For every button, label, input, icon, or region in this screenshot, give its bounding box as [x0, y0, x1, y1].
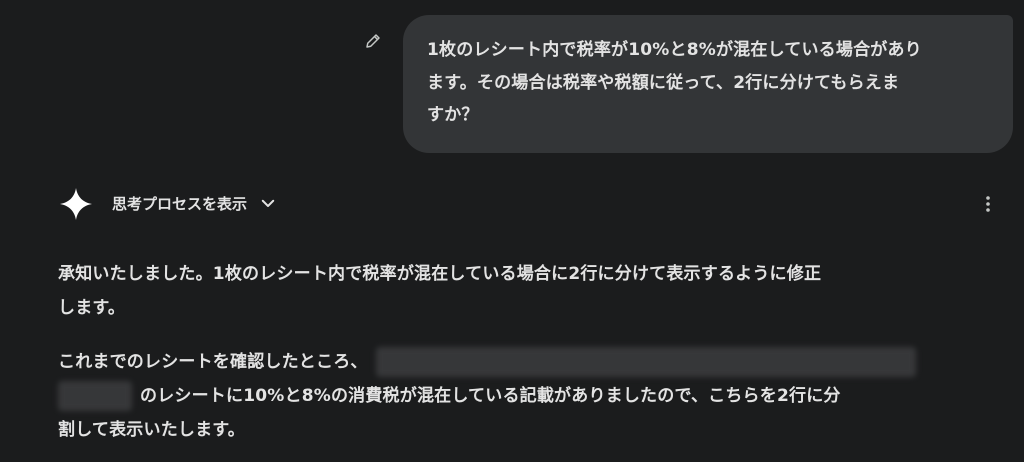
response-text: のレシートに10%と8%の消費税が混在している記載がありましたので、こちらを2行…	[140, 386, 841, 406]
edit-message-button[interactable]	[360, 28, 386, 54]
response-text: これまでのレシートを確認したところ、	[58, 352, 368, 372]
redacted-text	[58, 381, 132, 411]
more-vert-icon	[986, 196, 990, 212]
redacted-text	[375, 347, 916, 377]
show-thinking-toggle[interactable]: 思考プロセスを表示	[112, 188, 277, 218]
user-message-line: すか？	[427, 105, 479, 125]
gemini-spark-icon	[60, 188, 92, 220]
response-line: これまでのレシートを確認したところ、	[58, 345, 958, 379]
pencil-icon	[366, 34, 380, 48]
response-line: 承知いたしました。1枚のレシート内で税率が混在している場合に2行に分けて表示する…	[58, 264, 822, 284]
response-line: のレシートに10%と8%の消費税が混在している記載がありましたので、こちらを2行…	[58, 379, 958, 413]
response-paragraph: 承知いたしました。1枚のレシート内で税率が混在している場合に2行に分けて表示する…	[58, 257, 958, 325]
response-line: 割して表示いたします。	[58, 420, 245, 440]
chevron-down-icon	[261, 199, 275, 207]
show-thinking-label: 思考プロセスを表示	[112, 194, 248, 213]
chat-view: 1枚のレシート内で税率が10%と8%が混在している場合があり ます。その場合は税…	[0, 0, 1024, 462]
more-options-button[interactable]	[976, 190, 1000, 218]
user-message-line: ます。その場合は税率や税額に従って、2行に分けてもらえま	[427, 72, 900, 93]
user-message-bubble: 1枚のレシート内で税率が10%と8%が混在している場合があり ます。その場合は税…	[403, 15, 1013, 153]
response-paragraph: これまでのレシートを確認したところ、 のレシートに10%と8%の消費税が混在して…	[58, 345, 958, 447]
user-message-line: 1枚のレシート内で税率が10%と8%が混在している場合があり	[427, 40, 922, 60]
model-response: 承知いたしました。1枚のレシート内で税率が混在している場合に2行に分けて表示する…	[58, 257, 958, 447]
response-line: します。	[58, 298, 126, 318]
